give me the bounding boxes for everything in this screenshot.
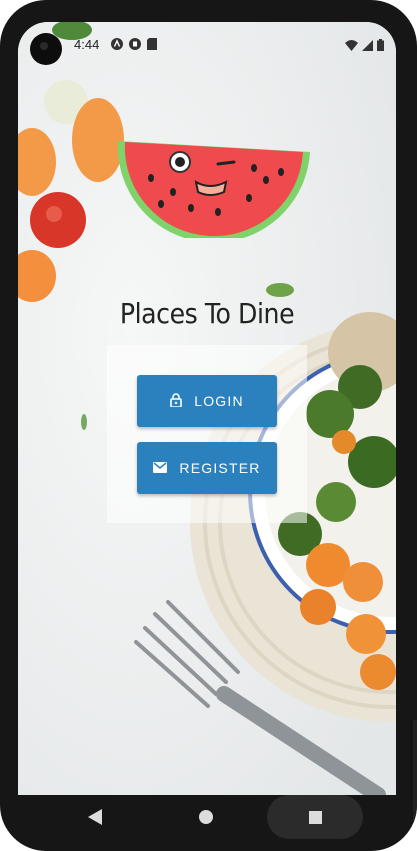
login-label: LOGIN [194, 393, 244, 409]
lock-icon [170, 392, 183, 410]
phone-frame: 4:44 Places To Dine LOGIN REGISTER [0, 0, 417, 851]
recents-icon[interactable] [309, 811, 322, 829]
app-title: Places To Dine [119, 297, 295, 330]
register-label: REGISTER [179, 460, 261, 476]
sd-card-icon [147, 37, 157, 55]
status-system-icons [345, 38, 384, 56]
status-notification-icons [111, 37, 157, 55]
side-button [413, 720, 417, 830]
mail-icon [153, 460, 168, 476]
status-time: 4:44 [74, 37, 100, 52]
status-bar: 4:44 [18, 22, 396, 68]
auth-panel: LOGIN REGISTER [107, 345, 307, 523]
back-icon[interactable] [88, 809, 102, 830]
play-icon [129, 37, 141, 55]
watermelon-logo [117, 141, 310, 238]
home-icon[interactable] [198, 809, 214, 830]
android-icon [111, 37, 123, 55]
signal-icon [362, 38, 373, 56]
wifi-icon [345, 38, 358, 56]
login-button[interactable]: LOGIN [137, 375, 277, 427]
register-button[interactable]: REGISTER [137, 442, 277, 494]
app-screen: 4:44 Places To Dine LOGIN REGISTER [18, 22, 396, 795]
front-camera [30, 33, 62, 65]
navigation-bar [0, 795, 417, 839]
battery-icon [377, 38, 384, 56]
